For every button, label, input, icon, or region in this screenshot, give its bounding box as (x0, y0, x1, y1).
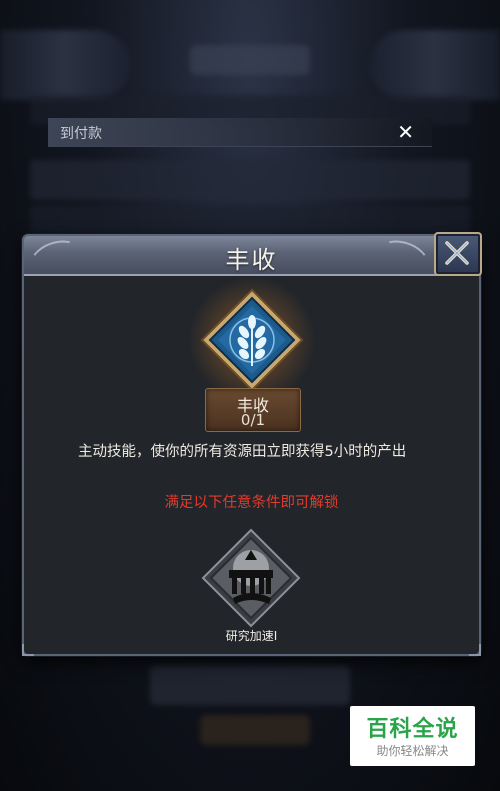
watermark-title: 百科全说 (366, 717, 459, 742)
close-x-icon (445, 241, 469, 265)
frame-corner (22, 644, 34, 656)
background-title (190, 45, 310, 75)
notice-close-icon[interactable]: ✕ (397, 120, 414, 144)
skill-name-plate: 丰收 0/1 (205, 388, 301, 432)
background-panel (150, 665, 350, 705)
research-building-icon (201, 528, 301, 628)
background-banner-left (0, 30, 130, 100)
close-button[interactable] (434, 232, 482, 276)
notice-text: 到付款 (60, 126, 102, 142)
dialog-title: 丰收 (225, 246, 278, 274)
skill-description: 主动技能，使你的所有资源田立即获得5小时的产出 (78, 444, 407, 460)
skill-emblem (188, 276, 316, 404)
background-row (30, 160, 470, 200)
watermark-logo: 百科全说 助你轻松解决 (350, 706, 475, 766)
background-button (200, 715, 310, 745)
frame-corner (469, 644, 481, 656)
background-banner-right (370, 30, 500, 100)
condition-label: 研究加速Ⅰ (225, 629, 278, 643)
dialog-header: 丰收 (24, 234, 479, 280)
skill-level: 0/1 (240, 411, 266, 429)
watermark-subtitle: 助你轻松解决 (376, 744, 449, 758)
unlock-hint: 满足以下任意条件即可解锁 (164, 495, 339, 511)
skill-dialog: 丰收 丰收 0/1 主动技能，使你的所有资源田立即获得5小时的产出 满足以下任意… (22, 232, 482, 656)
wheat-emblem-icon (200, 288, 304, 392)
background-row (30, 205, 470, 235)
condition-research-button[interactable] (199, 528, 303, 628)
notice-bar: 到付款 ✕ (48, 118, 432, 147)
